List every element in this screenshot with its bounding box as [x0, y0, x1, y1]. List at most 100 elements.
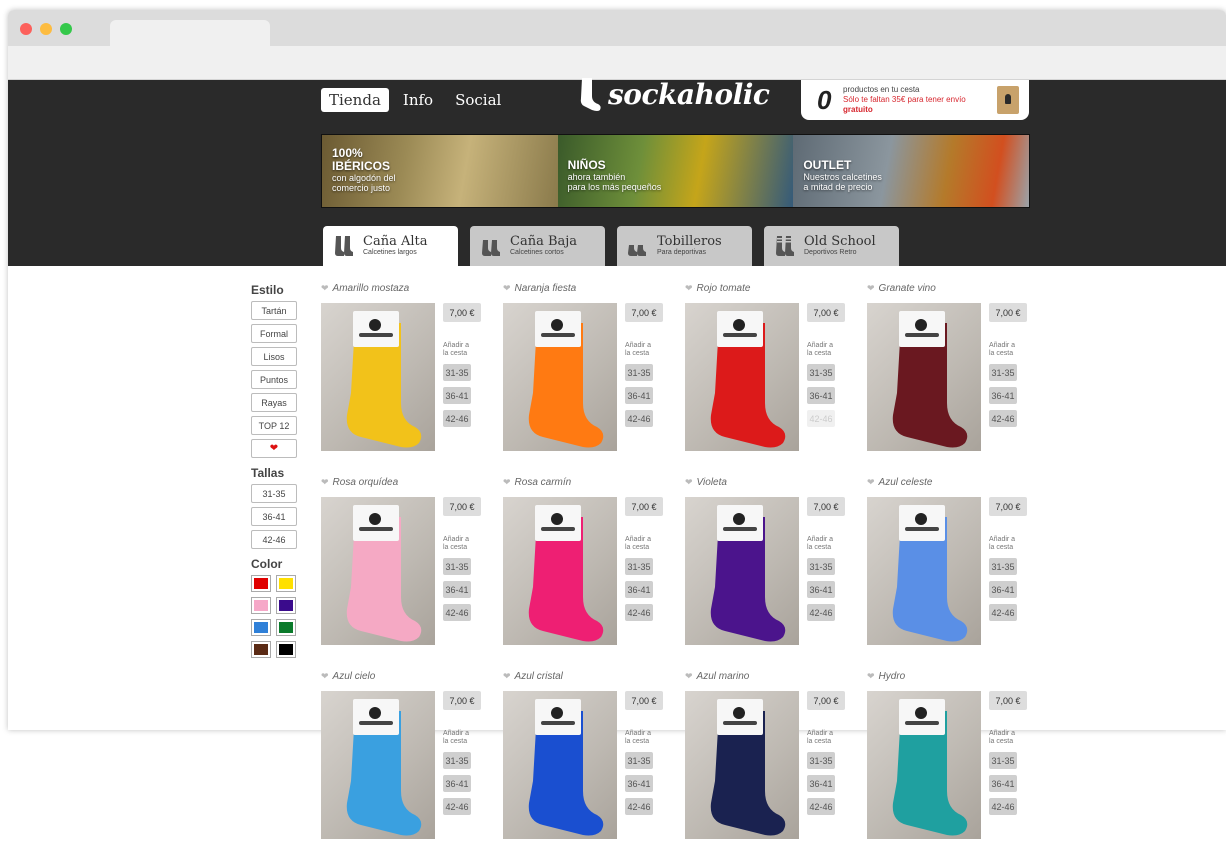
heart-icon[interactable]: ❤ [321, 477, 329, 488]
tab-old-school[interactable]: Old School Deportivos Retro [764, 226, 899, 266]
size-button[interactable]: 42-46 [807, 798, 835, 815]
product-image[interactable] [503, 303, 617, 451]
size-button[interactable]: 42-46 [625, 410, 653, 427]
product-title[interactable]: ❤ Azul marino [685, 669, 867, 684]
heart-icon[interactable]: ❤ [321, 283, 329, 294]
size-button[interactable]: 31-35 [443, 364, 471, 381]
filter-style-puntos[interactable]: Puntos [251, 370, 297, 389]
color-swatch-purple[interactable] [276, 597, 296, 614]
tab-cana-alta[interactable]: Caña Alta Calcetines largos [323, 226, 458, 266]
color-swatch-yellow[interactable] [276, 575, 296, 592]
browser-tab[interactable] [110, 20, 270, 46]
filter-style-formal[interactable]: Formal [251, 324, 297, 343]
size-button[interactable]: 36-41 [807, 387, 835, 404]
product-image[interactable] [685, 497, 799, 645]
product-title[interactable]: ❤ Naranja fiesta [503, 281, 685, 296]
size-button[interactable]: 31-35 [989, 364, 1017, 381]
size-button[interactable]: 42-46 [443, 410, 471, 427]
maximize-window-button[interactable] [60, 23, 72, 35]
banner-ibericos[interactable]: 100% IBÉRICOS con algodón del comercio j… [322, 135, 558, 207]
heart-icon[interactable]: ❤ [503, 477, 511, 488]
size-button[interactable]: 36-41 [807, 581, 835, 598]
color-swatch-green[interactable] [276, 619, 296, 636]
size-button[interactable]: 36-41 [989, 581, 1017, 598]
filter-style-top12[interactable]: TOP 12 [251, 416, 297, 435]
size-button[interactable]: 31-35 [443, 558, 471, 575]
size-button[interactable]: 31-35 [807, 364, 835, 381]
minimize-window-button[interactable] [40, 23, 52, 35]
heart-icon[interactable]: ❤ [685, 671, 693, 682]
nav-social[interactable]: Social [447, 88, 509, 112]
product-image[interactable] [867, 497, 981, 645]
size-button[interactable]: 31-35 [443, 752, 471, 769]
size-button[interactable]: 31-35 [625, 752, 653, 769]
size-button[interactable]: 36-41 [625, 581, 653, 598]
size-button[interactable]: 31-35 [989, 752, 1017, 769]
size-button[interactable]: 36-41 [625, 775, 653, 792]
size-button[interactable]: 42-46 [443, 798, 471, 815]
product-image[interactable] [503, 497, 617, 645]
size-button[interactable]: 31-35 [807, 752, 835, 769]
filter-favorites[interactable]: ❤ [251, 439, 297, 458]
product-image[interactable] [321, 691, 435, 839]
banner-outlet[interactable]: OUTLET Nuestros calcetines a mitad de pr… [793, 135, 1030, 207]
size-button[interactable]: 36-41 [443, 775, 471, 792]
product-title[interactable]: ❤ Amarillo mostaza [321, 281, 503, 296]
filter-size-42-46[interactable]: 42-46 [251, 530, 297, 549]
filter-size-36-41[interactable]: 36-41 [251, 507, 297, 526]
size-button[interactable]: 31-35 [989, 558, 1017, 575]
size-button[interactable]: 36-41 [625, 387, 653, 404]
size-button[interactable]: 36-41 [443, 581, 471, 598]
size-button[interactable]: 31-35 [807, 558, 835, 575]
product-image[interactable] [867, 691, 981, 839]
site-logo[interactable]: sockaholic [576, 76, 770, 112]
product-image[interactable] [503, 691, 617, 839]
product-title[interactable]: ❤ Rosa orquídea [321, 475, 503, 490]
product-title[interactable]: ❤ Hydro [867, 669, 1049, 684]
tab-tobilleros[interactable]: Tobilleros Para deportivas [617, 226, 752, 266]
product-image[interactable] [685, 303, 799, 451]
filter-style-rayas[interactable]: Rayas [251, 393, 297, 412]
product-title[interactable]: ❤ Azul cristal [503, 669, 685, 684]
product-title[interactable]: ❤ Violeta [685, 475, 867, 490]
heart-icon[interactable]: ❤ [685, 477, 693, 488]
size-button[interactable]: 31-35 [625, 364, 653, 381]
close-window-button[interactable] [20, 23, 32, 35]
size-button[interactable]: 42-46 [807, 604, 835, 621]
color-swatch-black[interactable] [276, 641, 296, 658]
product-image[interactable] [321, 497, 435, 645]
size-button[interactable]: 42-46 [989, 798, 1017, 815]
size-button[interactable]: 42-46 [625, 604, 653, 621]
heart-icon[interactable]: ❤ [867, 477, 875, 488]
filter-style-lisos[interactable]: Lisos [251, 347, 297, 366]
color-swatch-red[interactable] [251, 575, 271, 592]
nav-info[interactable]: Info [395, 88, 441, 112]
tab-cana-baja[interactable]: Caña Baja Calcetines cortos [470, 226, 605, 266]
heart-icon[interactable]: ❤ [867, 283, 875, 294]
product-title[interactable]: ❤ Azul cielo [321, 669, 503, 684]
product-title[interactable]: ❤ Rosa carmín [503, 475, 685, 490]
heart-icon[interactable]: ❤ [685, 283, 693, 294]
size-button[interactable]: 42-46 [807, 410, 835, 427]
filter-style-tartan[interactable]: Tartán [251, 301, 297, 320]
color-swatch-blue[interactable] [251, 619, 271, 636]
heart-icon[interactable]: ❤ [503, 671, 511, 682]
heart-icon[interactable]: ❤ [503, 283, 511, 294]
product-image[interactable] [685, 691, 799, 839]
nav-tienda[interactable]: Tienda [321, 88, 389, 112]
size-button[interactable]: 36-41 [443, 387, 471, 404]
heart-icon[interactable]: ❤ [321, 671, 329, 682]
color-swatch-pink[interactable] [251, 597, 271, 614]
cart-summary[interactable]: 0 productos en tu cesta Sólo te faltan 3… [801, 80, 1029, 120]
size-button[interactable]: 31-35 [625, 558, 653, 575]
size-button[interactable]: 36-41 [807, 775, 835, 792]
product-title[interactable]: ❤ Granate vino [867, 281, 1049, 296]
size-button[interactable]: 42-46 [989, 410, 1017, 427]
size-button[interactable]: 36-41 [989, 387, 1017, 404]
product-image[interactable] [321, 303, 435, 451]
size-button[interactable]: 36-41 [989, 775, 1017, 792]
size-button[interactable]: 42-46 [443, 604, 471, 621]
product-title[interactable]: ❤ Azul celeste [867, 475, 1049, 490]
size-button[interactable]: 42-46 [989, 604, 1017, 621]
banner-ninos[interactable]: NIÑOS ahora también para los más pequeño… [557, 135, 794, 207]
